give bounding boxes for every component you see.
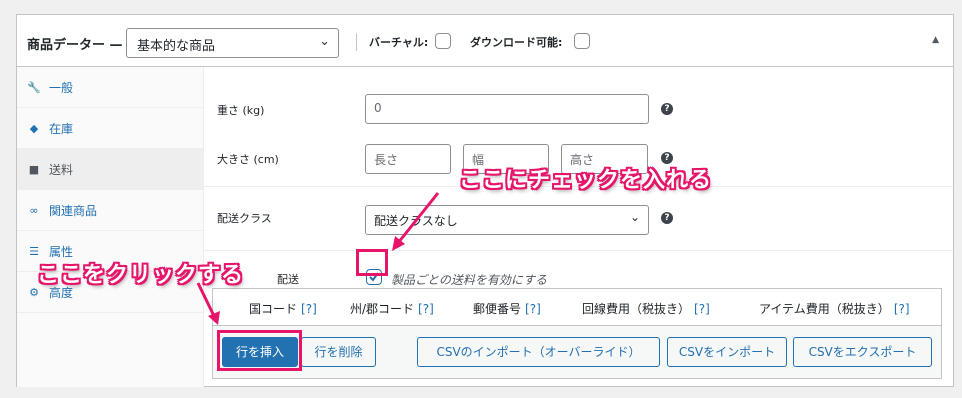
annotation-arrows bbox=[196, 192, 440, 325]
check-here-callout: ここにチェックを入れる bbox=[459, 168, 713, 193]
arrow-to-insert-button bbox=[196, 282, 220, 325]
arrow-to-checkbox bbox=[392, 192, 440, 251]
click-here-callout: ここをクリックする bbox=[37, 263, 245, 288]
